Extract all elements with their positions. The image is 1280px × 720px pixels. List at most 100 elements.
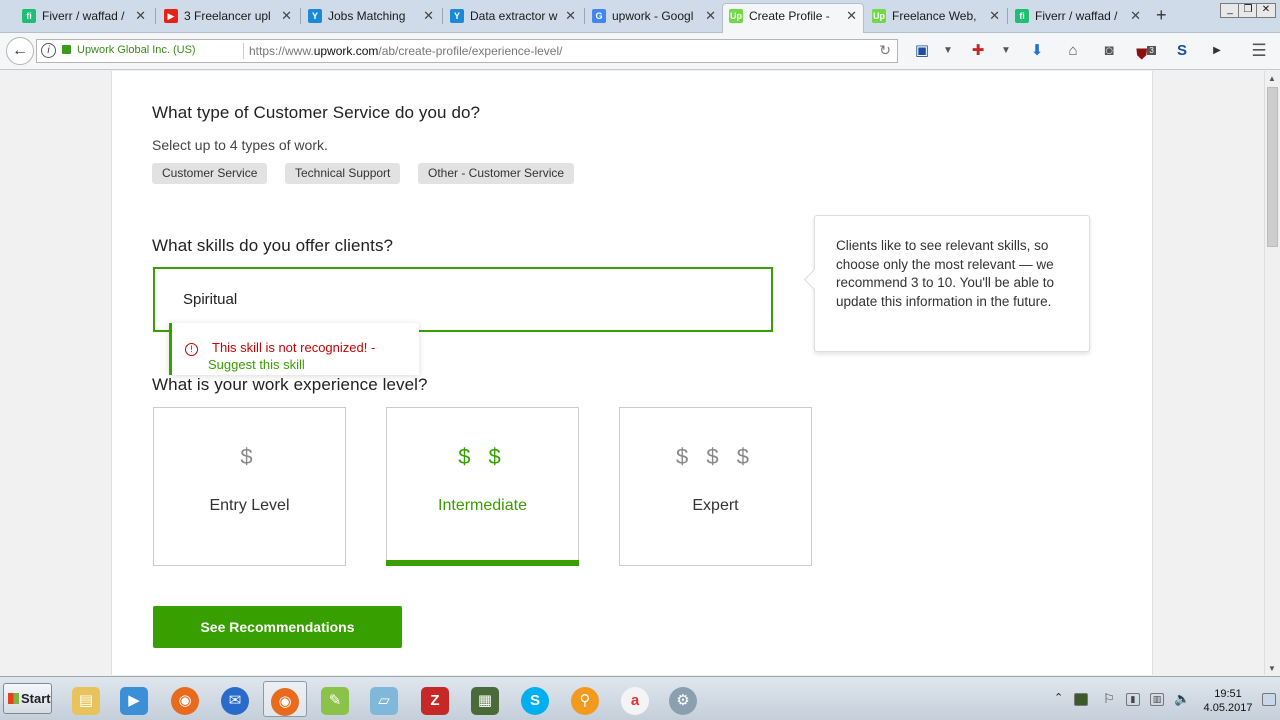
add-bookmark-plus-icon[interactable]: ✚ <box>968 42 988 60</box>
tab-label: 3 Freelancer upl <box>184 9 271 23</box>
bird-icon: Y <box>450 9 464 23</box>
work-type-chip[interactable]: Technical Support <box>285 163 401 184</box>
pocket-icon[interactable]: ◙ <box>1099 42 1119 60</box>
reload-icon[interactable]: ↻ <box>879 42 891 59</box>
start-button[interactable]: Start <box>3 683 52 714</box>
site-info-icon[interactable]: i <box>41 43 56 58</box>
browser-tab-4[interactable]: Y Data extractor w ✕ <box>444 4 582 29</box>
taskbar-explorer[interactable]: ▤ <box>64 681 108 717</box>
level-symbol: $ $ $ <box>676 444 755 469</box>
taskbar-notepad[interactable]: ▱ <box>362 681 406 717</box>
mail-client-icon: ✉ <box>221 687 249 715</box>
removable-device-icon[interactable]: ▮ <box>1126 693 1140 706</box>
close-tab-icon[interactable]: ✕ <box>846 4 857 28</box>
taskbar-search-tool[interactable]: ⚲ <box>563 681 607 717</box>
level-name: Expert <box>692 497 739 514</box>
show-hidden-icons-icon[interactable]: ⌃ <box>1054 691 1063 704</box>
work-type-chip[interactable]: Other - Customer Service <box>418 163 575 184</box>
browser-tab-strip: fi Fiverr / waffad / ✕ ▶ 3 Freelancer up… <box>0 0 1280 33</box>
google-icon: G <box>592 9 606 23</box>
network-icon[interactable]: ▥ <box>1150 693 1164 706</box>
browser-tab-7[interactable]: Up Freelance Web, ✕ <box>866 4 1006 29</box>
address-bar[interactable]: i Upwork Global Inc. (US) https://www.up… <box>36 39 898 63</box>
profile-card: What type of Customer Service do you do?… <box>111 71 1153 675</box>
volume-icon[interactable]: 🔈 <box>1174 692 1190 706</box>
site-identity: Upwork Global Inc. (US) <box>77 44 196 56</box>
magnifier-icon: ⚲ <box>571 687 599 715</box>
show-desktop-icon[interactable] <box>1262 693 1276 706</box>
system-clock[interactable]: 19:51 4.05.2017 <box>1202 687 1254 715</box>
taskbar-connection-tool[interactable]: ⚙ <box>661 681 705 717</box>
taskbar-thunderbird[interactable]: ✉ <box>213 681 257 717</box>
restore-window-icon[interactable]: ❐ <box>1238 3 1258 18</box>
tray-app-icon[interactable] <box>1074 693 1088 706</box>
lock-icon <box>62 45 71 54</box>
clock-date: 4.05.2017 <box>1203 702 1253 714</box>
tab-separator <box>300 8 301 24</box>
fiverr-icon: fi <box>1015 9 1029 23</box>
new-tab-button[interactable]: + <box>1156 5 1167 26</box>
scroll-up-arrow-icon[interactable]: ▲ <box>1268 74 1276 83</box>
minimize-window-icon[interactable]: _ <box>1220 3 1240 18</box>
tab-label: Fiverr / waffad / <box>1035 9 1118 23</box>
see-recommendations-button[interactable]: See Recommendations <box>153 606 402 648</box>
level-card-entry[interactable]: $ Entry Level <box>153 407 346 566</box>
taskbar-filezilla[interactable]: Z <box>413 681 457 717</box>
tab-label: Jobs Matching <box>328 9 406 23</box>
downloads-icon[interactable]: ⬇ <box>1027 42 1047 60</box>
text-editor-icon: ✎ <box>321 687 349 715</box>
browser-tab-8[interactable]: fi Fiverr / waffad / ✕ <box>1009 4 1147 29</box>
taskbar-skype[interactable]: S <box>513 681 557 717</box>
menu-hamburger-icon[interactable]: ☰ <box>1249 42 1269 60</box>
network-tool-icon: ▦ <box>471 687 499 715</box>
close-tab-icon[interactable]: ✕ <box>565 4 576 28</box>
ublock-icon[interactable]: ⛊ 3 <box>1136 42 1156 64</box>
browser-nav-bar: ← i Upwork Global Inc. (US) https://www.… <box>0 33 1280 70</box>
scroll-down-arrow-icon[interactable]: ▼ <box>1268 664 1276 673</box>
level-card-intermediate[interactable]: $ $ Intermediate <box>386 407 579 566</box>
youtube-extension-icon[interactable]: ▶ <box>1207 42 1227 60</box>
work-type-chip[interactable]: Customer Service <box>152 163 268 184</box>
tab-label: upwork - Googl <box>612 9 694 23</box>
taskbar-firefox-active[interactable]: ◉ <box>263 681 307 717</box>
taskbar-firefox[interactable]: ◉ <box>163 681 207 717</box>
taskbar-notepad-plus[interactable]: ✎ <box>313 681 357 717</box>
tab-separator <box>442 8 443 24</box>
close-window-icon[interactable]: ✕ <box>1256 3 1276 18</box>
close-tab-icon[interactable]: ✕ <box>989 4 1000 28</box>
close-tab-icon[interactable]: ✕ <box>281 4 292 28</box>
experience-title: What is your work experience level? <box>152 375 428 394</box>
app-a-icon: a <box>621 687 649 715</box>
home-icon[interactable]: ⌂ <box>1063 42 1083 60</box>
skills-tip: Clients like to see relevant skills, so … <box>814 215 1090 352</box>
close-tab-icon[interactable]: ✕ <box>1130 4 1141 28</box>
taskbar-app-a[interactable]: a <box>613 681 657 717</box>
work-type-title: What type of Customer Service do you do? <box>152 103 481 122</box>
url-path: /ab/create-profile/experience-level/ <box>378 44 563 58</box>
browser-tab-2[interactable]: ▶ 3 Freelancer upl ✕ <box>158 4 298 29</box>
browser-tab-5[interactable]: G upwork - Googl ✕ <box>586 4 722 29</box>
taskbar-network-tool[interactable]: ▦ <box>463 681 507 717</box>
page-scrollbar[interactable]: ▲ ▼ <box>1264 71 1280 675</box>
level-card-expert[interactable]: $ $ $ Expert <box>619 407 812 566</box>
scroll-thumb[interactable] <box>1267 87 1278 247</box>
dropdown-arrow-icon[interactable]: ▼ <box>996 42 1016 60</box>
save-page-icon[interactable]: ▣ <box>912 42 932 60</box>
dropdown-arrow-icon[interactable]: ▼ <box>938 42 958 60</box>
extension-s-icon[interactable]: S <box>1172 42 1192 60</box>
notepad-icon: ▱ <box>370 687 398 715</box>
url-text[interactable]: https://www.upwork.com/ab/create-profile… <box>249 44 562 58</box>
url-prefix: https://www. <box>249 44 314 58</box>
suggest-skill-link[interactable]: Suggest this skill <box>208 357 305 372</box>
back-arrow-icon[interactable]: ← <box>6 37 34 65</box>
browser-tab-6-active[interactable]: Up Create Profile - ✕ <box>722 3 864 33</box>
taskbar-media-player[interactable]: ▶ <box>112 681 156 717</box>
close-tab-icon[interactable]: ✕ <box>423 4 434 28</box>
close-tab-icon[interactable]: ✕ <box>705 4 716 28</box>
action-center-flag-icon[interactable]: ⚐ <box>1102 692 1116 706</box>
tab-label: Data extractor w <box>470 9 558 23</box>
close-tab-icon[interactable]: ✕ <box>135 4 146 28</box>
browser-tab-1[interactable]: fi Fiverr / waffad / ✕ <box>16 4 152 29</box>
work-type-subtitle: Select up to 4 types of work. <box>152 137 328 153</box>
browser-tab-3[interactable]: Y Jobs Matching ✕ <box>302 4 440 29</box>
